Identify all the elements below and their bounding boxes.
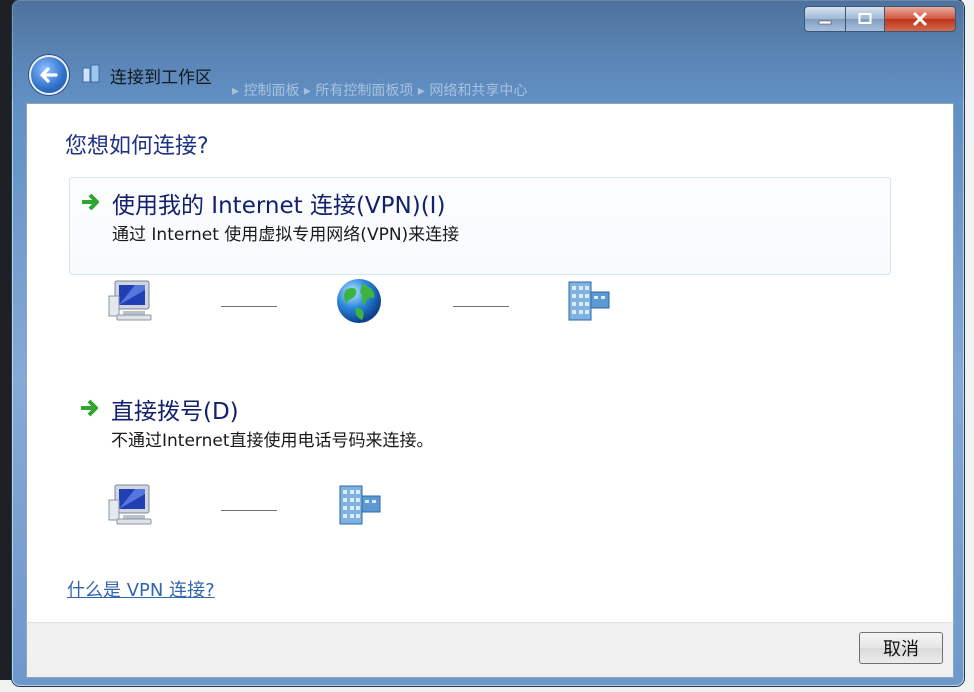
option-dial-up[interactable]: 直接拨号(D) 不通过Internet直接使用电话号码来连接。 (69, 384, 889, 454)
close-icon (912, 11, 928, 27)
maximize-icon (858, 13, 872, 24)
building-icon (568, 281, 610, 321)
window-title: 连接到工作区 (110, 68, 212, 88)
minimize-button[interactable] (804, 6, 846, 32)
window-controls (804, 6, 956, 32)
green-arrow-icon (82, 193, 99, 211)
connection-line (453, 306, 509, 307)
connection-line (221, 306, 277, 307)
close-button[interactable] (885, 6, 956, 32)
back-button[interactable] (29, 55, 69, 95)
computer-icon (108, 484, 152, 525)
back-arrow-icon (40, 67, 58, 83)
cancel-button[interactable]: 取消 (859, 632, 943, 664)
option-description: 不通过Internet直接使用电话号码来连接。 (111, 431, 434, 451)
dialog-footer: 取消 (26, 622, 954, 678)
page-heading: 您想如何连接? (65, 134, 209, 159)
minimize-icon (818, 20, 832, 25)
network-workplace-icon (82, 64, 100, 83)
option-description: 通过 Internet 使用虚拟专用网络(VPN)来连接 (112, 225, 460, 245)
background-breadcrumb: ▸ 控制面板 ▸ 所有控制面板项 ▸ 网络和共享中心 (232, 83, 528, 99)
vpn-diagram (105, 276, 625, 336)
green-arrow-icon (81, 399, 98, 417)
option-title: 使用我的 Internet 连接(VPN)(I) (112, 193, 446, 219)
content-pane: 您想如何连接? 使用我的 Internet 连接(VPN)(I) 通过 Inte… (26, 103, 954, 623)
what-is-vpn-link[interactable]: 什么是 VPN 连接? (67, 576, 215, 602)
globe-icon (337, 279, 381, 323)
option-vpn[interactable]: 使用我的 Internet 连接(VPN)(I) 通过 Internet 使用虚… (69, 177, 891, 275)
maximize-button[interactable] (846, 6, 885, 32)
option-title: 直接拨号(D) (111, 399, 239, 425)
computer-icon (108, 280, 152, 321)
dial-up-diagram (105, 480, 405, 540)
connection-line (221, 510, 277, 511)
connect-workplace-dialog: ▸ 控制面板 ▸ 所有控制面板项 ▸ 网络和共享中心 连接到工作区 您想如何连接… (12, 0, 964, 686)
building-icon (339, 485, 381, 525)
